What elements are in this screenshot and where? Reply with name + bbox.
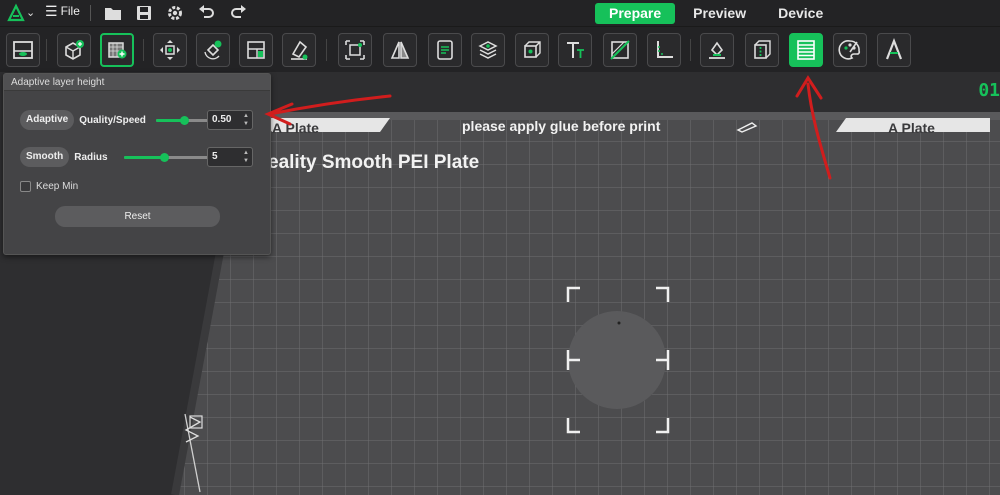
redo-icon[interactable] bbox=[228, 3, 248, 23]
slider-handle[interactable] bbox=[179, 115, 189, 125]
tab-preview[interactable]: Preview bbox=[679, 3, 760, 24]
color-paint-icon bbox=[838, 40, 861, 60]
add-object-icon bbox=[65, 40, 84, 60]
save-icon[interactable] bbox=[134, 3, 154, 23]
auto-orient-icon bbox=[204, 40, 222, 60]
radius-slider[interactable] bbox=[123, 152, 212, 162]
text-note-button[interactable] bbox=[428, 33, 462, 67]
cut-button[interactable] bbox=[603, 33, 637, 67]
emboss-text-button[interactable] bbox=[877, 33, 911, 67]
cube-icon bbox=[524, 41, 541, 58]
layers-button[interactable] bbox=[471, 33, 505, 67]
add-part-icon bbox=[108, 42, 127, 59]
file-menu[interactable]: ☰ File bbox=[45, 4, 80, 18]
measure-icon bbox=[657, 41, 673, 58]
plate-counter: 01 bbox=[978, 80, 1000, 101]
split-button[interactable] bbox=[239, 33, 273, 67]
text-note-icon bbox=[437, 40, 453, 60]
main-tabs: Prepare Preview Device bbox=[595, 3, 837, 24]
quality-row: Adaptive Quality/Speed bbox=[20, 110, 212, 130]
cube-layers-icon bbox=[478, 41, 498, 59]
cube-button[interactable] bbox=[515, 33, 549, 67]
color-paint-button[interactable] bbox=[833, 33, 867, 67]
radius-input[interactable]: 5 ▲ ▼ bbox=[207, 147, 253, 167]
edit-note-icon[interactable] bbox=[736, 121, 760, 133]
main-toolbar bbox=[0, 26, 1000, 72]
plate-name: eality Smooth PEI Plate bbox=[268, 152, 480, 173]
tab-device[interactable]: Device bbox=[764, 3, 837, 24]
mirror-button[interactable] bbox=[383, 33, 417, 67]
undo-icon[interactable] bbox=[197, 3, 217, 23]
mirror-icon bbox=[390, 41, 410, 59]
add-part-button[interactable] bbox=[100, 33, 134, 67]
auto-orient-button[interactable] bbox=[196, 33, 230, 67]
open-folder-icon[interactable] bbox=[103, 3, 123, 23]
quality-speed-input[interactable]: 0.50 ▲ ▼ bbox=[207, 110, 253, 130]
keep-min-row: Keep Min bbox=[20, 181, 78, 192]
smooth-button[interactable]: Smooth bbox=[20, 147, 70, 167]
keep-min-checkbox[interactable] bbox=[20, 181, 31, 192]
radius-value: 5 bbox=[212, 151, 218, 162]
emboss-text-icon bbox=[885, 38, 903, 60]
divider bbox=[690, 39, 691, 61]
text-button[interactable] bbox=[558, 33, 592, 67]
divider bbox=[143, 39, 144, 61]
chevron-down-icon[interactable]: ⌄ bbox=[26, 6, 35, 19]
add-object-button[interactable] bbox=[57, 33, 91, 67]
quality-speed-slider[interactable] bbox=[155, 115, 212, 125]
slider-fill bbox=[123, 155, 164, 159]
app-logo-icon[interactable] bbox=[6, 3, 26, 23]
measure-button[interactable] bbox=[647, 33, 681, 67]
arrange-icon bbox=[160, 40, 180, 60]
support-paint-button[interactable] bbox=[700, 33, 734, 67]
divider bbox=[90, 5, 91, 21]
plate-tab-left[interactable]: A Plate bbox=[272, 120, 319, 136]
quality-speed-value: 0.50 bbox=[212, 114, 232, 125]
title-bar: ⌄ ☰ File Prepare Preview Device bbox=[0, 0, 1000, 26]
spin-arrows-icon[interactable]: ▲ ▼ bbox=[243, 112, 249, 128]
divider bbox=[326, 39, 327, 61]
settings-gear-icon[interactable] bbox=[165, 3, 185, 23]
plate-tab-right[interactable]: A Plate bbox=[888, 120, 935, 136]
divider bbox=[46, 39, 47, 61]
erase-button[interactable] bbox=[282, 33, 316, 67]
adaptive-button[interactable]: Adaptive bbox=[20, 110, 75, 130]
seam-paint-icon bbox=[754, 40, 771, 59]
adaptive-layer-height-button[interactable] bbox=[789, 33, 823, 67]
hamburger-icon: ☰ bbox=[45, 3, 58, 19]
panel-title: Adaptive layer height bbox=[4, 74, 270, 91]
seam-paint-button[interactable] bbox=[745, 33, 779, 67]
support-paint-icon bbox=[709, 41, 725, 59]
reset-button[interactable]: Reset bbox=[55, 206, 220, 227]
tab-prepare[interactable]: Prepare bbox=[595, 3, 676, 24]
text-icon bbox=[567, 42, 584, 58]
split-icon bbox=[247, 41, 265, 59]
erase-icon bbox=[291, 40, 308, 60]
adaptive-layer-height-icon bbox=[797, 40, 815, 60]
file-menu-label: File bbox=[60, 4, 80, 18]
quality-speed-label: Quality/Speed bbox=[79, 114, 146, 126]
plate-note: please apply glue before print bbox=[462, 118, 661, 134]
slider-handle[interactable] bbox=[159, 152, 169, 162]
add-plate-icon bbox=[13, 41, 33, 59]
adaptive-layer-height-panel: Adaptive layer height Adaptive Quality/S… bbox=[3, 73, 271, 255]
keep-min-label: Keep Min bbox=[36, 181, 79, 192]
radius-label: Radius bbox=[74, 151, 108, 163]
radius-row: Smooth Radius bbox=[20, 147, 212, 167]
scale-icon bbox=[345, 40, 365, 60]
scale-button[interactable] bbox=[338, 33, 372, 67]
cut-icon bbox=[610, 40, 630, 60]
arrange-button[interactable] bbox=[153, 33, 187, 67]
add-plate-button[interactable] bbox=[6, 33, 40, 67]
spin-arrows-icon[interactable]: ▲ ▼ bbox=[243, 149, 249, 165]
